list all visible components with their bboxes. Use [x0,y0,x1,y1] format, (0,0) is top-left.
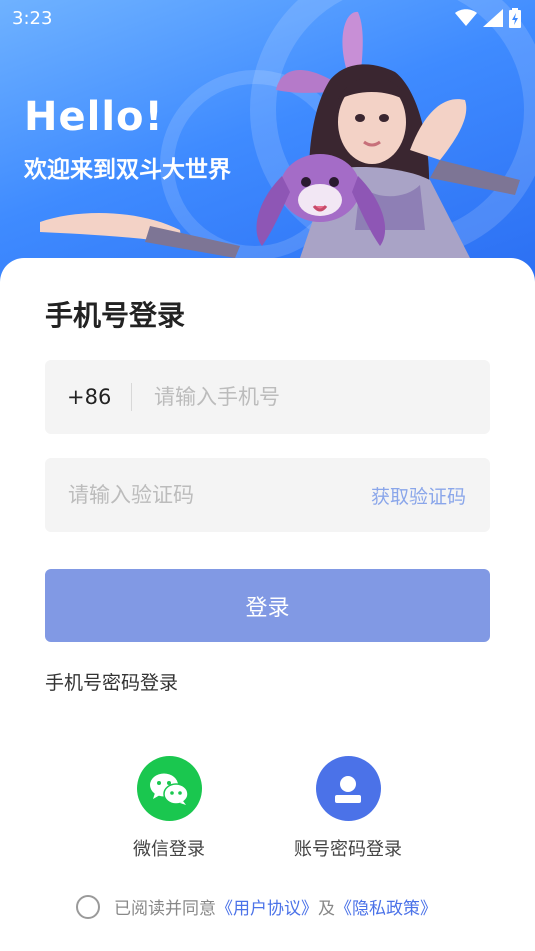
status-icons [455,8,521,28]
verification-code-field: 获取验证码 [45,458,490,532]
battery-icon [509,8,521,28]
wifi-icon [455,9,477,26]
status-time: 3:23 [12,7,53,29]
agreement-checkbox[interactable] [76,894,100,919]
user-agreement-link[interactable]: 《用户协议》 [216,894,318,919]
login-button[interactable]: 登录 [45,569,490,642]
wechat-icon [150,773,189,805]
agreement-conjunction: 及 [318,899,335,919]
login-card: 手机号登录 +86 获取验证码 登录 手机号密码登录 微信登录 [0,258,535,951]
greeting: Hello! 欢迎来到双斗大世界 [24,94,231,184]
verification-code-input[interactable] [45,483,371,507]
phone-input[interactable] [154,385,490,409]
greeting-hello: Hello! [24,94,164,140]
wechat-login: 微信登录 [84,756,254,861]
user-icon [335,775,361,803]
agreement-prefix: 已阅读并同意 [114,899,216,919]
account-login-button[interactable] [315,756,381,821]
account-login-label: 账号密码登录 [294,839,402,860]
wechat-login-label: 微信登录 [133,839,205,860]
hero-banner: 3:23 Hello! 欢迎来到双斗大世界 [0,0,535,300]
status-bar: 3:23 [0,0,535,36]
phone-field: +86 [45,360,490,434]
agreement: 已阅读并同意 《用户协议》 及 《隐私政策》 [76,894,437,919]
privacy-policy-link[interactable]: 《隐私政策》 [335,894,437,919]
signal-icon [483,9,503,27]
page-title: 手机号登录 [45,299,186,332]
password-login-link[interactable]: 手机号密码登录 [45,668,178,695]
get-code-button[interactable]: 获取验证码 [371,482,490,509]
country-code[interactable]: +86 [45,385,131,409]
account-login: 账号密码登录 [263,756,433,861]
field-divider [131,383,132,411]
greeting-welcome: 欢迎来到双斗大世界 [24,157,231,183]
wechat-login-button[interactable] [136,756,202,821]
